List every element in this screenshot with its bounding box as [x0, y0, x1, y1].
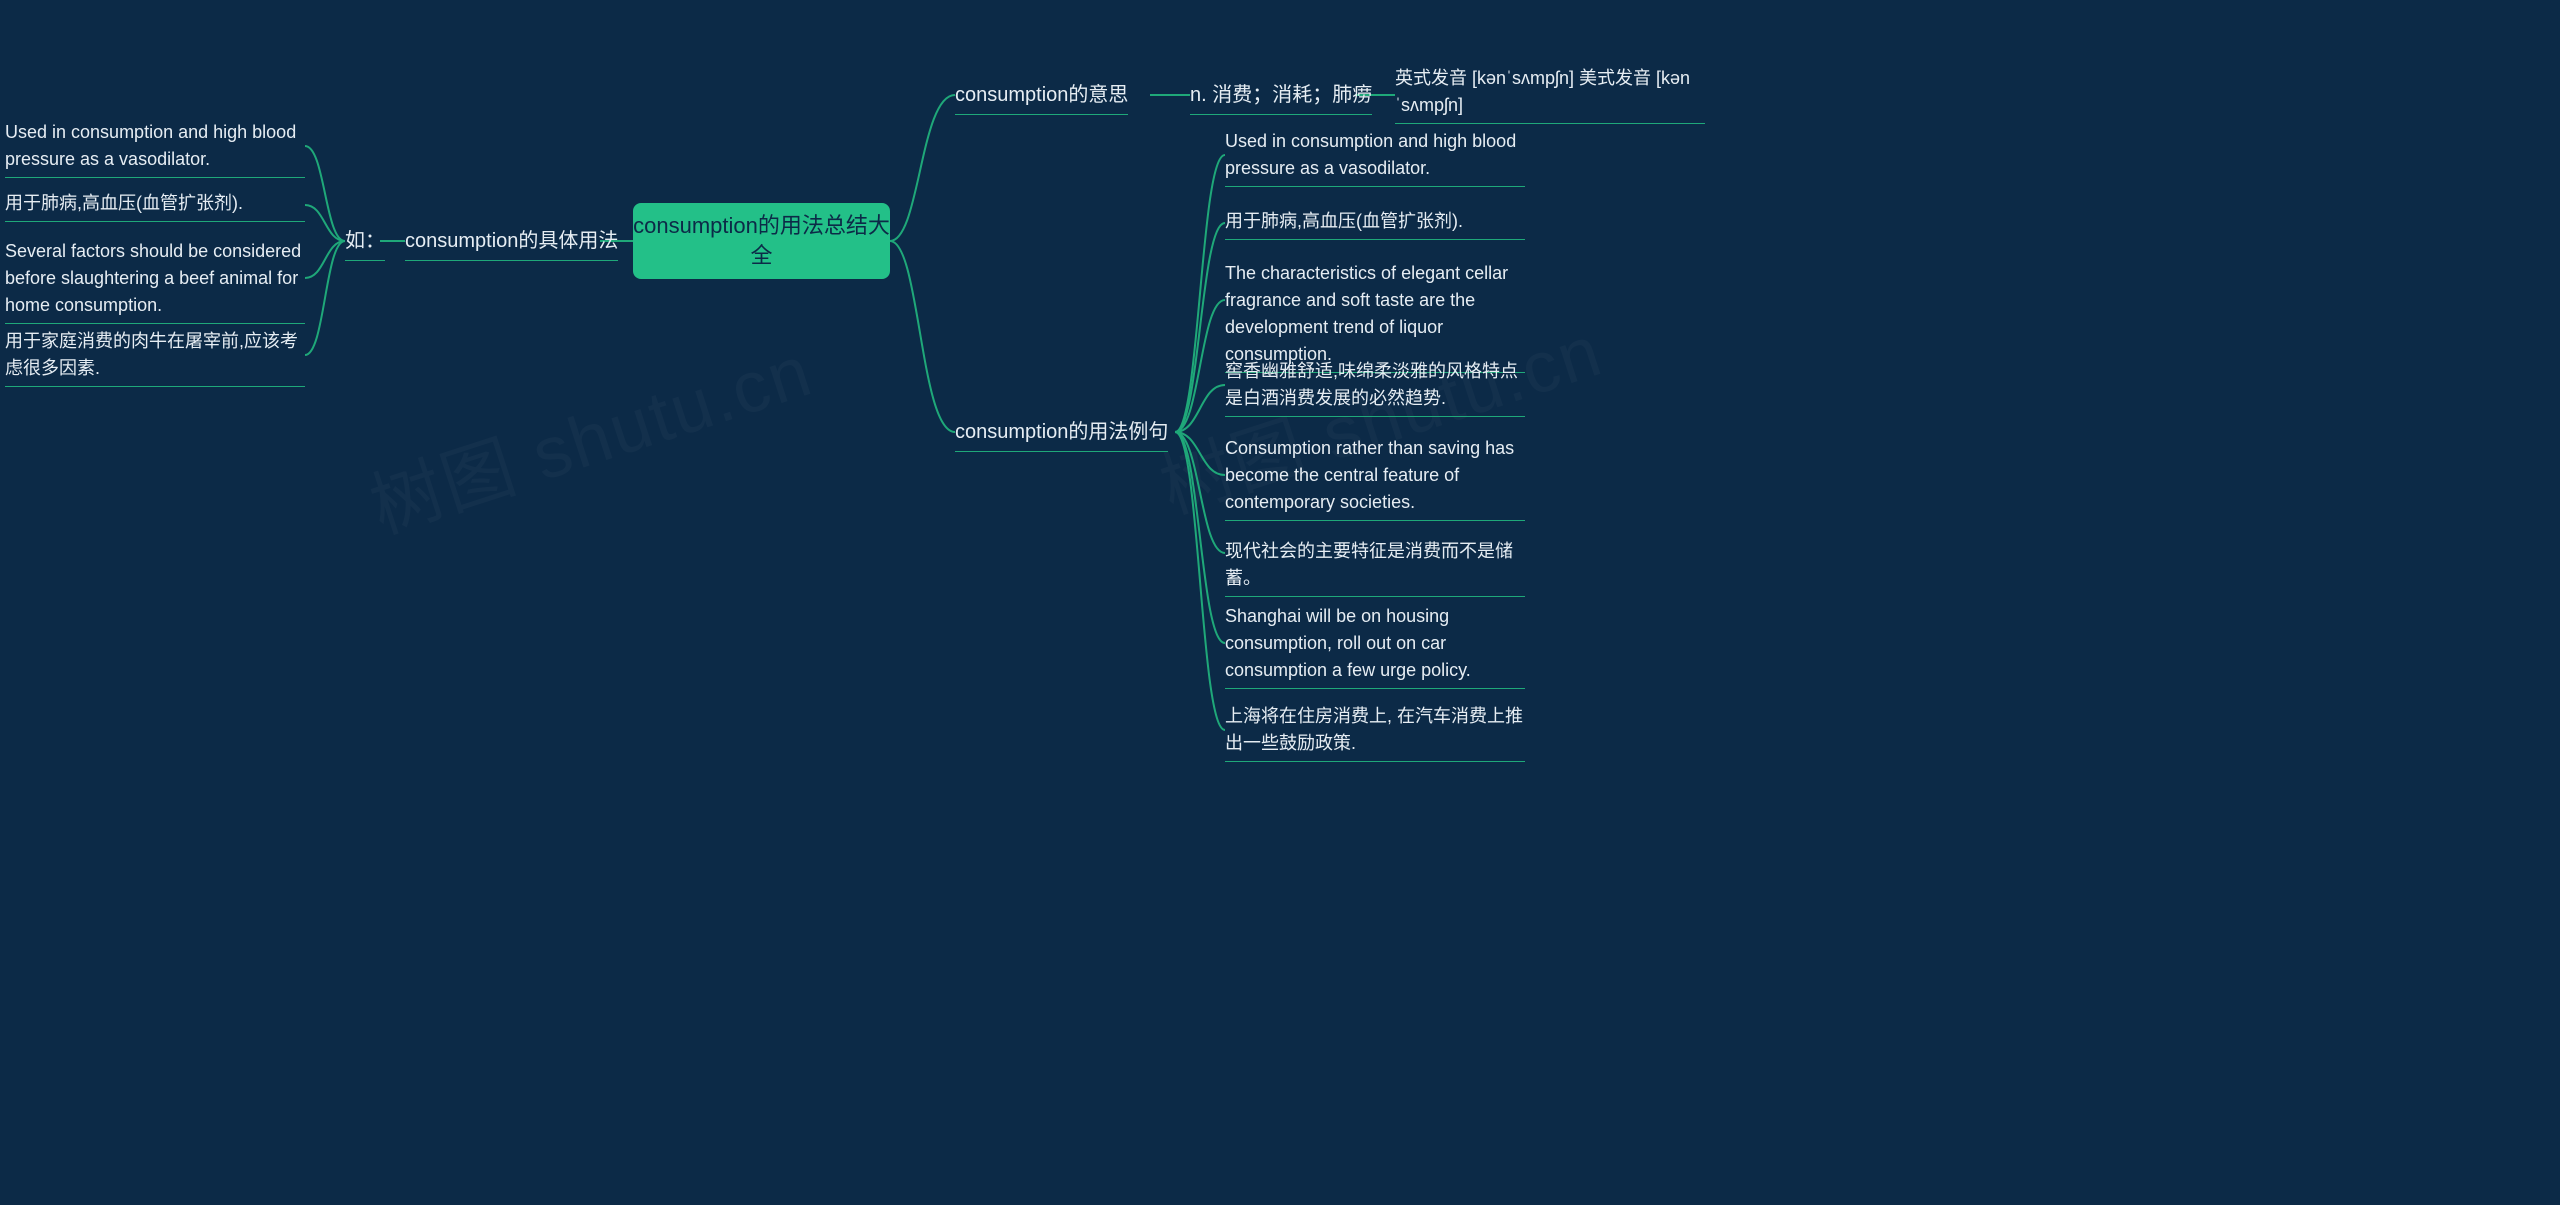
usage-prefix-text: 如：	[345, 230, 385, 252]
meaning-sense-text: n. 消费；消耗；肺痨	[1190, 84, 1372, 106]
usage-text: Several factors should be considered bef…	[5, 241, 301, 315]
example-item[interactable]: 用于肺病,高血压(血管扩张剂).	[1225, 208, 1525, 240]
branch-usage-label: consumption的具体用法	[405, 230, 618, 252]
branch-examples-label: consumption的用法例句	[955, 421, 1168, 443]
example-item[interactable]: Used in consumption and high blood press…	[1225, 128, 1525, 187]
branch-meaning-label: consumption的意思	[955, 84, 1128, 106]
root-title: consumption的用法总结大全	[633, 211, 890, 270]
example-item[interactable]: Consumption rather than saving has becom…	[1225, 435, 1525, 521]
usage-item[interactable]: Several factors should be considered bef…	[5, 238, 305, 324]
example-text: Consumption rather than saving has becom…	[1225, 438, 1514, 512]
example-text: Used in consumption and high blood press…	[1225, 131, 1516, 178]
branch-meaning[interactable]: consumption的意思	[955, 80, 1128, 115]
example-text: 窖香幽雅舒适,味绵柔淡雅的风格特点是白酒消费发展的必然趋势.	[1225, 361, 1518, 408]
usage-text: Used in consumption and high blood press…	[5, 122, 296, 169]
usage-text: 用于肺病,高血压(血管扩张剂).	[5, 193, 243, 213]
meaning-pronunciation-text: 英式发音 [kənˈsʌmpʃn] 美式发音 [kənˈsʌmpʃn]	[1395, 68, 1690, 115]
usage-item[interactable]: Used in consumption and high blood press…	[5, 119, 305, 178]
example-text: The characteristics of elegant cellar fr…	[1225, 263, 1508, 364]
meaning-pronunciation[interactable]: 英式发音 [kənˈsʌmpʃn] 美式发音 [kənˈsʌmpʃn]	[1395, 65, 1705, 124]
usage-item[interactable]: 用于肺病,高血压(血管扩张剂).	[5, 190, 305, 222]
branch-usage[interactable]: consumption的具体用法	[405, 226, 618, 261]
root-node[interactable]: consumption的用法总结大全	[633, 203, 890, 279]
usage-text: 用于家庭消费的肉牛在屠宰前,应该考虑很多因素.	[5, 331, 298, 378]
usage-prefix[interactable]: 如：	[345, 226, 385, 261]
example-text: 现代社会的主要特征是消费而不是储蓄。	[1225, 541, 1513, 588]
meaning-sense[interactable]: n. 消费；消耗；肺痨	[1190, 80, 1372, 115]
example-text: 用于肺病,高血压(血管扩张剂).	[1225, 211, 1463, 231]
example-item[interactable]: 现代社会的主要特征是消费而不是储蓄。	[1225, 538, 1525, 597]
example-text: Shanghai will be on housing consumption,…	[1225, 606, 1471, 680]
example-item[interactable]: 窖香幽雅舒适,味绵柔淡雅的风格特点是白酒消费发展的必然趋势.	[1225, 358, 1525, 417]
usage-item[interactable]: 用于家庭消费的肉牛在屠宰前,应该考虑很多因素.	[5, 328, 305, 387]
example-item[interactable]: Shanghai will be on housing consumption,…	[1225, 603, 1525, 689]
example-item[interactable]: The characteristics of elegant cellar fr…	[1225, 260, 1525, 373]
example-item[interactable]: 上海将在住房消费上, 在汽车消费上推出一些鼓励政策.	[1225, 703, 1525, 762]
watermark: 树图 shutu.cn	[355, 312, 823, 553]
branch-examples[interactable]: consumption的用法例句	[955, 417, 1168, 452]
example-text: 上海将在住房消费上, 在汽车消费上推出一些鼓励政策.	[1225, 706, 1523, 753]
